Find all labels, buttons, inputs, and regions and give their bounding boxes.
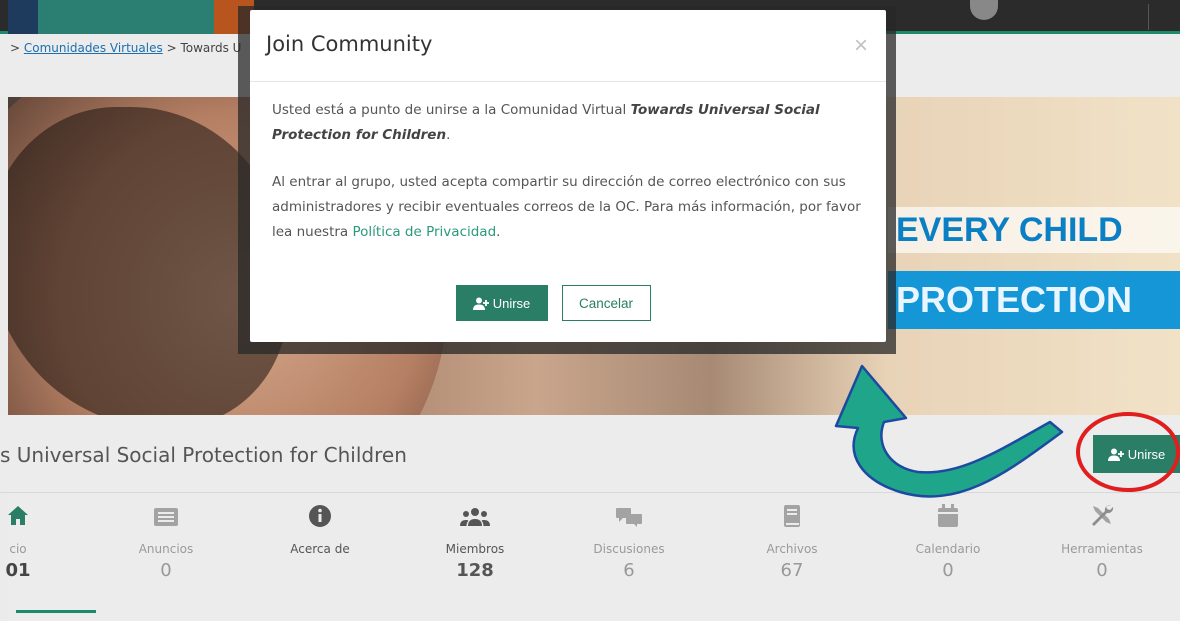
- banner-slogan-protection: PROTECTION: [888, 271, 1180, 329]
- modal-paragraph-terms: Al entrar al grupo, usted acepta compart…: [272, 170, 864, 245]
- comments-icon: [569, 494, 689, 534]
- user-avatar-icon[interactable]: [970, 0, 998, 20]
- breadcrumb-separator: >: [10, 41, 21, 55]
- community-stats: cio 01 Anuncios 0 Acerca de Miembros 128: [5, 494, 1180, 621]
- privacy-policy-link[interactable]: Política de Privacidad: [352, 224, 496, 240]
- nav-color-block: [8, 0, 38, 34]
- info-icon: [260, 494, 380, 534]
- stat-label: Archivos: [766, 542, 818, 556]
- stat-inicio[interactable]: cio 01: [0, 494, 78, 581]
- banner-slogan-every-child: EVERY CHILD: [888, 207, 1180, 253]
- stat-value: 6: [623, 560, 635, 581]
- nav-color-block: [38, 0, 214, 34]
- modal-title: Join Community: [266, 32, 433, 56]
- close-icon[interactable]: ×: [854, 34, 868, 58]
- confirm-join-label: Unirse: [492, 295, 531, 311]
- stat-value: 01: [5, 560, 31, 581]
- book-icon: [732, 494, 852, 534]
- community-title: s Universal Social Protection for Childr…: [0, 443, 407, 467]
- confirm-join-button[interactable]: Unirse: [455, 285, 548, 321]
- stat-label: Calendario: [915, 542, 981, 556]
- active-tab-indicator: [16, 610, 96, 613]
- join-community-modal: Join Community × Usted está a punto de u…: [250, 10, 886, 342]
- home-icon: [0, 494, 78, 534]
- users-icon: [415, 494, 535, 534]
- stat-miembros[interactable]: Miembros 128: [415, 494, 535, 581]
- stat-value: 0: [160, 560, 172, 581]
- calendar-icon: [888, 494, 1008, 534]
- stat-discusiones[interactable]: Discusiones 6: [569, 494, 689, 581]
- stat-value: 0: [1096, 560, 1108, 581]
- modal-paragraph-intro: Usted está a punto de unirse a la Comuni…: [272, 98, 864, 148]
- stat-value: 128: [456, 560, 494, 581]
- cancel-button[interactable]: Cancelar: [561, 285, 651, 321]
- user-plus-icon: [472, 297, 489, 310]
- newspaper-icon: [106, 494, 226, 534]
- stat-value: 67: [780, 560, 804, 581]
- nav-divider: [1148, 4, 1149, 30]
- modal-body: Usted está a punto de unirse a la Comuni…: [250, 82, 886, 245]
- stat-archivos[interactable]: Archivos 67: [732, 494, 852, 581]
- stat-value: 0: [942, 560, 954, 581]
- intro-suffix: .: [446, 127, 451, 143]
- stat-label: Acerca de: [290, 542, 350, 556]
- modal-header: Join Community ×: [250, 10, 886, 82]
- breadcrumb-link-comunidades[interactable]: Comunidades Virtuales: [24, 41, 163, 55]
- join-community-button[interactable]: Unirse: [1093, 435, 1180, 473]
- stat-anuncios[interactable]: Anuncios 0: [106, 494, 226, 581]
- stat-acerca-de[interactable]: Acerca de: [260, 494, 380, 560]
- user-plus-icon: [1107, 448, 1124, 461]
- stat-label: Herramientas: [1061, 542, 1143, 556]
- breadcrumb-separator: >: [166, 41, 177, 55]
- stat-label: Anuncios: [138, 542, 194, 556]
- intro-text: Usted está a punto de unirse a la Comuni…: [272, 102, 631, 118]
- stat-label: Miembros: [445, 542, 505, 556]
- breadcrumb-current: Towards U: [180, 41, 242, 55]
- stat-herramientas[interactable]: Herramientas 0: [1042, 494, 1162, 581]
- stat-label: cio: [9, 542, 27, 556]
- join-button-label: Unirse: [1127, 446, 1166, 462]
- community-header: s Universal Social Protection for Childr…: [0, 415, 1180, 493]
- stat-calendario[interactable]: Calendario 0: [888, 494, 1008, 581]
- modal-actions: Unirse Cancelar: [250, 285, 886, 321]
- terms-end: .: [496, 224, 501, 240]
- tools-icon: [1042, 494, 1162, 534]
- stat-label: Discusiones: [593, 542, 665, 556]
